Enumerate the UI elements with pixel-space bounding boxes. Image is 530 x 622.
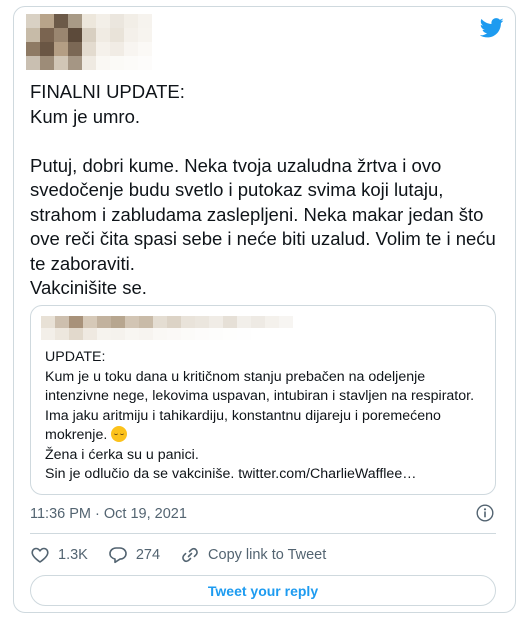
pixel-block [111, 328, 125, 340]
pixel-block [237, 316, 251, 328]
pixel-block [139, 316, 153, 328]
reply-count: 274 [135, 547, 161, 563]
quoted-tweet[interactable]: UPDATE: Kum je u toku dana u kritičnom s… [30, 305, 496, 495]
pixel-block [124, 56, 138, 70]
pixel-block [223, 316, 237, 328]
quoted-tweet-text: UPDATE: Kum je u toku dana u kritičnom s… [45, 348, 485, 485]
pixel-block [69, 328, 83, 340]
pixel-block [26, 28, 40, 42]
info-icon[interactable] [476, 504, 494, 522]
copy-link-label: Copy link to Tweet [208, 547, 327, 563]
heart-icon [31, 547, 49, 563]
pixel-block [279, 328, 293, 340]
pixel-block [54, 28, 68, 42]
quoted-tweet-author[interactable] [41, 316, 293, 340]
speech-bubble-icon [109, 547, 127, 564]
pixel-block [138, 14, 152, 28]
pixel-block [251, 316, 265, 328]
tweet-body: Kum je umro. Putuj, dobri kume. Neka tvo… [30, 105, 496, 299]
pixel-block [69, 316, 83, 328]
pixel-block [110, 56, 124, 70]
pixel-block [54, 14, 68, 28]
pixel-block [265, 316, 279, 328]
pixel-block [97, 328, 111, 340]
pixel-block [153, 316, 167, 328]
pixel-block [40, 42, 54, 56]
pixel-block [125, 316, 139, 328]
pixel-block [251, 328, 265, 340]
pixel-block [26, 56, 40, 70]
pixel-block [139, 328, 153, 340]
pixel-block [40, 14, 54, 28]
tweet-your-reply-button[interactable]: Tweet your reply [30, 575, 496, 606]
pixel-block [40, 56, 54, 70]
pixel-block [68, 56, 82, 70]
pixel-block [41, 316, 55, 328]
author-avatar[interactable] [26, 14, 152, 70]
pixel-block [181, 328, 195, 340]
like-count: 1.3K [58, 547, 88, 563]
pixel-block [54, 42, 68, 56]
reply-button[interactable]: 274 [108, 545, 160, 565]
pixel-block [265, 328, 279, 340]
pixel-block [54, 56, 68, 70]
pixel-block [40, 28, 54, 42]
pixel-block [96, 28, 110, 42]
pixel-block [110, 14, 124, 28]
pixel-block [41, 328, 55, 340]
pixel-block [82, 14, 96, 28]
pixel-block [209, 316, 223, 328]
pixel-block [195, 316, 209, 328]
pixel-block [83, 328, 97, 340]
pixel-block [279, 316, 293, 328]
quoted-tweet-text-part1: UPDATE: Kum je u toku dana u kritičnom s… [45, 349, 475, 443]
pixel-block [26, 14, 40, 28]
pixel-block [68, 42, 82, 56]
twitter-bird-icon[interactable] [480, 18, 504, 38]
copy-link-button[interactable]: Copy link to Tweet [180, 545, 326, 565]
pixel-block [124, 42, 138, 56]
pixel-block [138, 56, 152, 70]
tweet-text: FINALNI UPDATE: Kum je umro. Putuj, dobr… [30, 80, 500, 301]
pixel-block [68, 14, 82, 28]
pixel-block [83, 316, 97, 328]
pixel-block [125, 328, 139, 340]
pixel-block [167, 328, 181, 340]
pixel-block [55, 316, 69, 328]
link-icon [182, 547, 198, 563]
pixel-block [110, 28, 124, 42]
quoted-tweet-text-part2: Žena i ćerka su u panici. Sin je odlučio… [45, 446, 417, 483]
pixel-block [82, 28, 96, 42]
tweet-heading: FINALNI UPDATE: [30, 81, 185, 102]
pixel-block [97, 316, 111, 328]
pixel-block [153, 328, 167, 340]
pixel-block [96, 56, 110, 70]
pixel-block [111, 316, 125, 328]
pixel-block [167, 316, 181, 328]
pixel-block [223, 328, 237, 340]
pixel-block [181, 316, 195, 328]
like-button[interactable]: 1.3K [30, 545, 88, 565]
relieved-face-emoji-icon [111, 426, 128, 442]
pixel-block [82, 42, 96, 56]
pixel-block [110, 42, 124, 56]
pixel-block [209, 328, 223, 340]
pixel-block [124, 28, 138, 42]
pixel-block [55, 328, 69, 340]
pixel-block [237, 328, 251, 340]
pixel-block [26, 42, 40, 56]
divider [30, 533, 496, 534]
pixel-block [124, 14, 138, 28]
pixel-block [68, 28, 82, 42]
pixel-block [96, 42, 110, 56]
pixel-block [96, 14, 110, 28]
pixel-block [138, 42, 152, 56]
pixel-block [82, 56, 96, 70]
pixel-block [138, 28, 152, 42]
action-bar: 1.3K 274 Copy link to Tweet [30, 544, 346, 566]
tweet-timestamp[interactable]: 11:36 PM · Oct 19, 2021 [30, 506, 187, 522]
pixel-block [195, 328, 209, 340]
